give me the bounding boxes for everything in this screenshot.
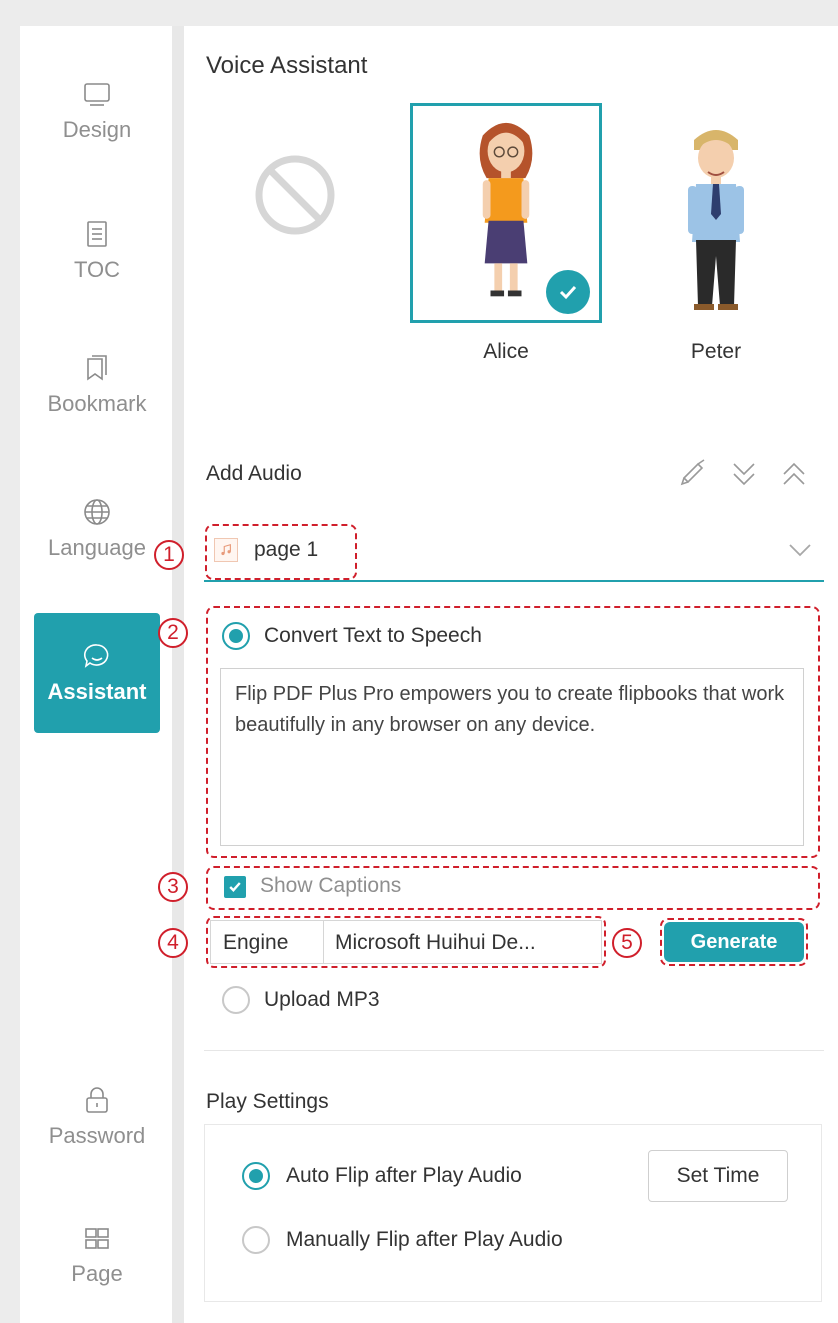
upload-mp3-radio[interactable]	[222, 986, 250, 1014]
sidebar-item-page[interactable]: Page	[34, 1200, 160, 1310]
toc-icon	[87, 221, 107, 247]
sidebar-item-toc[interactable]: TOC	[34, 196, 160, 306]
manual-flip-radio[interactable]	[242, 1226, 270, 1254]
sidebar-item-label: Password	[48, 1123, 146, 1148]
sidebar-item-bookmark[interactable]: Bookmark	[34, 330, 160, 440]
collapse-all-icon	[783, 462, 805, 485]
callout-number-1: 1	[154, 540, 184, 570]
engine-select[interactable]: Engine Microsoft Huihui De...	[210, 920, 602, 964]
callout-number-5: 5	[612, 928, 642, 958]
tts-text-input[interactable]: Flip PDF Plus Pro empowers you to create…	[220, 668, 804, 846]
manual-flip-label: Manually Flip after Play Audio	[286, 1228, 563, 1251]
collapse-all-button[interactable]	[776, 456, 812, 492]
callout-number-4: 4	[158, 928, 188, 958]
add-audio-title: Add Audio	[206, 462, 302, 485]
callout-number-3: 3	[158, 872, 188, 902]
generate-button[interactable]: Generate	[664, 922, 804, 962]
no-assistant-icon	[255, 155, 335, 235]
sidebar-item-label: TOC	[73, 257, 121, 282]
auto-flip-radio[interactable]	[242, 1162, 270, 1190]
tts-label: Convert Text to Speech	[264, 624, 482, 647]
play-settings-title: Play Settings	[206, 1090, 329, 1113]
show-captions-label: Show Captions	[260, 874, 402, 897]
bookmark-icon	[87, 355, 107, 381]
sidebar-item-label: Bookmark	[47, 391, 147, 416]
sidebar-item-label: Page	[71, 1261, 123, 1286]
avatar-peter[interactable]	[656, 118, 776, 318]
sidebar-item-password[interactable]: Password	[34, 1062, 160, 1172]
voice-assistant-title: Voice Assistant	[206, 52, 368, 79]
globe-icon	[84, 499, 110, 525]
clear-button[interactable]	[676, 456, 712, 492]
avatar-name-alice: Alice	[483, 340, 529, 363]
callout-number-2: 2	[158, 618, 188, 648]
sidebar-item-assistant[interactable]: Assistant	[34, 613, 160, 733]
engine-divider	[323, 921, 324, 963]
engine-value: Microsoft Huihui De...	[335, 931, 536, 954]
checkmark-icon	[229, 882, 241, 892]
selected-check-icon	[546, 270, 590, 314]
set-time-button[interactable]: Set Time	[648, 1150, 788, 1202]
chevron-down-icon	[789, 544, 811, 557]
expand-all-icon	[733, 463, 755, 486]
chat-bubble-icon	[83, 644, 109, 668]
show-captions-checkbox[interactable]	[224, 876, 246, 898]
lock-icon	[86, 1087, 108, 1113]
tts-radio[interactable]	[222, 622, 250, 650]
expand-all-button[interactable]	[726, 456, 762, 492]
sidebar-item-label: Assistant	[47, 679, 147, 704]
engine-label: Engine	[223, 931, 289, 954]
no-assistant-option[interactable]	[252, 152, 338, 238]
peter-figure	[688, 130, 744, 310]
monitor-icon	[84, 83, 110, 106]
broom-icon	[680, 459, 705, 486]
grid-icon	[85, 1228, 109, 1249]
sidebar-item-label: Design	[62, 117, 132, 142]
auto-flip-label: Auto Flip after Play Audio	[286, 1164, 522, 1187]
sidebar-item-design[interactable]: Design	[34, 56, 160, 166]
section-divider	[204, 1050, 824, 1051]
callout-box-1	[205, 524, 357, 580]
sidebar-item-language[interactable]: Language	[34, 474, 160, 584]
avatar-name-peter: Peter	[690, 340, 742, 363]
upload-mp3-label: Upload MP3	[264, 988, 380, 1011]
sidebar-divider	[172, 26, 184, 1323]
sidebar-item-label: Language	[48, 535, 146, 560]
